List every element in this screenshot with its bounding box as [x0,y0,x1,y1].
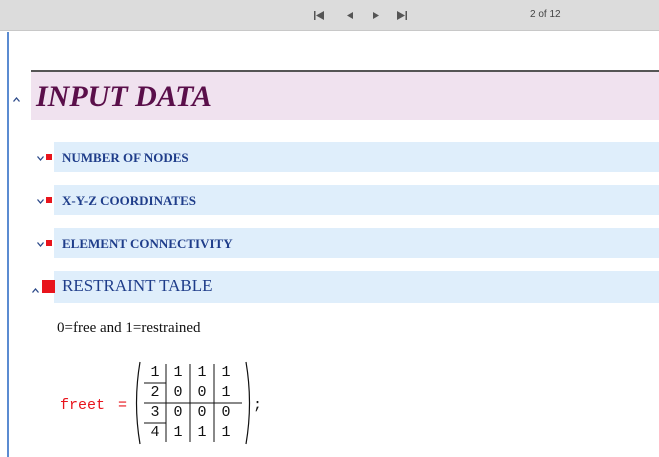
equals-sign: = [118,397,128,414]
collapse-input-data-caret-icon[interactable] [13,95,20,105]
last-page-button[interactable] [389,0,415,30]
matrix-cell: 0 [197,404,207,421]
matrix-cell: 0 [173,404,183,421]
matrix-cell: 1 [221,384,231,401]
previous-page-button[interactable] [337,0,363,30]
matrix-cell: 4 [150,424,160,441]
restraint-table-label: RESTRAINT TABLE [62,276,213,295]
cell-bracket-rule [7,32,9,457]
number-of-nodes-label: NUMBER OF NODES [62,150,189,165]
restraint-note: 0=free and 1=restrained [57,320,201,336]
expand-xyz-coordinates-caret-icon[interactable] [37,197,44,207]
expand-number-of-nodes-caret-icon[interactable] [37,154,44,164]
matrix-cell: 1 [221,364,231,381]
matrix-cell: 1 [221,424,231,441]
red-square-icon [46,197,52,203]
toolbar: 2 of 12 [0,0,659,31]
variable-name: freet [60,397,106,414]
matrix-cell: 0 [173,384,183,401]
expand-element-connectivity-caret-icon[interactable] [37,240,44,250]
xyz-coordinates-label: X-Y-Z COORDINATES [62,193,196,208]
page-indicator: 2 of 12 [530,9,561,20]
input-data-title: INPUT DATA [36,80,212,113]
red-square-icon [42,280,55,293]
matrix-cell: 1 [173,424,183,441]
first-page-icon [306,5,332,25]
collapse-restraint-table-caret-icon[interactable] [32,286,39,296]
matrix-cell: 1 [173,364,183,381]
matrix-cell: 0 [197,384,207,401]
matrix-cell: 1 [197,364,207,381]
next-page-button[interactable] [363,0,389,30]
matrix-cell: 3 [150,404,160,421]
red-square-icon [46,154,52,160]
statement-terminator: ; [253,397,263,414]
restraint-matrix[interactable]: 1111200130004111 [133,359,253,447]
red-square-icon [46,240,52,246]
matrix-cell: 0 [221,404,231,421]
first-page-button[interactable] [306,0,332,30]
element-connectivity-label: ELEMENT CONNECTIVITY [62,236,233,251]
next-page-icon [363,5,389,25]
last-page-icon [389,5,415,25]
matrix-cell: 1 [197,424,207,441]
matrix-cell: 1 [150,364,160,381]
previous-page-icon [337,5,363,25]
matrix-cell: 2 [150,384,160,401]
